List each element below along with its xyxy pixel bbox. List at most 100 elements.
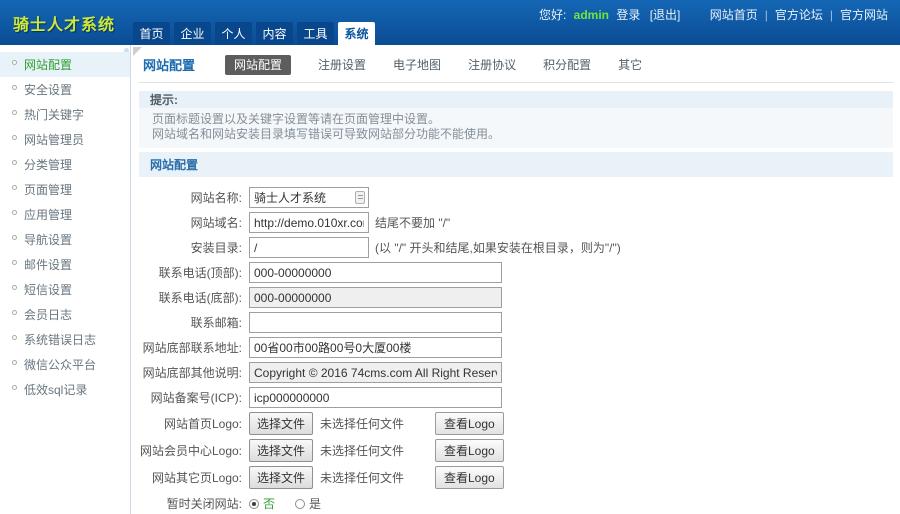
member-logo-file-status: 未选择任何文件 (320, 444, 405, 458)
link-separator: | (829, 8, 833, 22)
other-logo-view-logo-button[interactable]: 查看Logo (435, 466, 504, 489)
form-row-footer-address: 网站底部联系地址: (139, 337, 893, 358)
site-domain-hint: 结尾不要加 "/" (375, 216, 451, 230)
bullet-icon (12, 335, 17, 340)
top-link-3[interactable]: 官方网站 (840, 8, 888, 22)
content-tab-2[interactable]: 注册设置 (318, 58, 366, 72)
bullet-icon (12, 60, 17, 65)
nav-tab-1[interactable]: 首页 (133, 22, 170, 45)
nav-tab-3[interactable]: 个人 (215, 22, 252, 45)
main-content: 网站配置 网站配置 注册设置 电子地图 注册协议 积分配置 其它 提示: 页面标题设置以及… (131, 45, 900, 514)
sidebar-item-3[interactable]: 热门关键字 (0, 102, 130, 127)
sidebar-item-label: 邮件设置 (24, 258, 73, 272)
sidebar-item-5[interactable]: 分类管理 (0, 152, 130, 177)
home-logo-file-control: 选择文件 未选择任何文件 (249, 412, 435, 435)
content-tab-3[interactable]: 电子地图 (393, 58, 441, 72)
home-logo-choose-file-button[interactable]: 选择文件 (249, 412, 314, 435)
form-row-install-dir: 安装目录: (以 "/" 开头和结尾,如果安装在根目录，则为"/") (139, 237, 893, 258)
site-closed-label: 暂时关闭网站: (166, 497, 242, 511)
member-logo-label: 网站会员中心Logo: (139, 444, 242, 458)
sidebar-item-1[interactable]: 网站配置 (0, 52, 130, 77)
other-logo-file-control: 选择文件 未选择任何文件 (249, 466, 435, 489)
phone-bottom-label: 联系电话(底部): (158, 291, 242, 305)
site-closed-radio-label-1: 否 (263, 497, 276, 511)
nav-tab-4[interactable]: 内容 (256, 22, 293, 45)
site-name-label: 网站名称: (190, 191, 242, 205)
sidebar-item-8[interactable]: 导航设置 (0, 227, 130, 252)
other-logo-choose-file-button[interactable]: 选择文件 (249, 466, 314, 489)
title-bar: 网站配置 网站配置 注册设置 电子地图 注册协议 积分配置 其它 (139, 49, 893, 83)
nav-tab-5[interactable]: 工具 (297, 22, 334, 45)
sidebar-item-2[interactable]: 安全设置 (0, 77, 130, 102)
member-logo-view-logo-button[interactable]: 查看Logo (435, 439, 504, 462)
sidebar-item-label: 应用管理 (24, 208, 73, 222)
sidebar-item-11[interactable]: 会员日志 (0, 302, 130, 327)
phone-bottom-input[interactable] (249, 287, 502, 308)
site-name-input[interactable] (249, 187, 369, 208)
logout-link[interactable]: [退出] (650, 8, 681, 22)
sidebar-item-6[interactable]: 页面管理 (0, 177, 130, 202)
install-dir-input[interactable] (249, 237, 369, 258)
sidebar-item-label: 分类管理 (24, 158, 73, 172)
icp-number-input[interactable] (249, 387, 502, 408)
other-logo-label: 网站其它页Logo: (151, 471, 242, 485)
sidebar-item-label: 安全设置 (24, 83, 73, 97)
form-row-footer-note: 网站底部其他说明: (139, 362, 893, 383)
footer-note-label: 网站底部其他说明: (142, 366, 242, 380)
sidebar-item-4[interactable]: 网站管理员 (0, 127, 130, 152)
site-closed-radio-button-2[interactable] (295, 498, 306, 509)
login-link[interactable]: 登录 (616, 8, 640, 22)
content-tab-6[interactable]: 其它 (618, 58, 642, 72)
page-title: 网站配置 (143, 58, 196, 73)
contact-email-input-wrap (249, 312, 502, 333)
app-logo[interactable]: 骑士人才系统 (13, 11, 115, 35)
site-name-input-wrap (249, 187, 369, 208)
sidebar-item-12[interactable]: 系统错误日志 (0, 327, 130, 352)
content-tab-5[interactable]: 积分配置 (543, 58, 591, 72)
contact-email-input[interactable] (249, 312, 502, 333)
footer-note-input[interactable] (249, 362, 502, 383)
sidebar-item-13[interactable]: 微信公众平台 (0, 352, 130, 377)
form-row-site-closed: 暂时关闭网站: 否 是 (139, 493, 893, 514)
form-row-icp-number: 网站备案号(ICP): (139, 387, 893, 408)
top-link-1[interactable]: 网站首页 (710, 8, 758, 22)
username[interactable]: admin (574, 8, 609, 22)
install-dir-input-wrap (249, 237, 369, 258)
bullet-icon (12, 310, 17, 315)
content-tab-1[interactable]: 网站配置 (225, 55, 292, 75)
sidebar-item-9[interactable]: 邮件设置 (0, 252, 130, 277)
bullet-icon (12, 260, 17, 265)
app-header: 骑士人才系统 您好: admin 登录 [退出] 网站首页 | 官方论坛 | 官方网站 … (0, 0, 900, 45)
footer-address-input-wrap (249, 337, 502, 358)
notice-title: 提示: (139, 91, 893, 108)
home-logo-view-logo-button[interactable]: 查看Logo (435, 412, 504, 435)
footer-address-input[interactable] (249, 337, 502, 358)
sidebar-item-7[interactable]: 应用管理 (0, 202, 130, 227)
site-domain-label: 网站域名: (190, 216, 242, 230)
nav-tab-2[interactable]: 企业 (174, 22, 211, 45)
page: 骑士人才系统 您好: admin 登录 [退出] 网站首页 | 官方论坛 | 官方网站 … (0, 0, 900, 514)
form-row-contact-email: 联系邮箱: (139, 312, 893, 333)
site-closed-radio-button-1[interactable] (249, 498, 259, 509)
sidebar-item-label: 低效sql记录 (24, 383, 88, 397)
bullet-icon (12, 385, 17, 390)
member-logo-choose-file-button[interactable]: 选择文件 (249, 439, 314, 462)
top-link-2[interactable]: 官方论坛 (775, 8, 823, 22)
sidebar-item-14[interactable]: 低效sql记录 (0, 377, 130, 402)
sidebar-item-label: 热门关键字 (24, 108, 85, 122)
sidebar-item-10[interactable]: 短信设置 (0, 277, 130, 302)
sidebar-item-label: 会员日志 (24, 308, 73, 322)
phone-bottom-input-wrap (249, 287, 502, 308)
nav-tab-6[interactable]: 系统 (338, 22, 375, 45)
content-tab-4[interactable]: 注册协议 (468, 58, 516, 72)
link-separator: | (764, 8, 768, 22)
site-closed-radio-option-2[interactable]: 是 (295, 495, 321, 512)
bullet-icon (12, 110, 17, 115)
config-form: 网站名称: 网站域名: 结尾不要加 "/" 安装目录: (以 "/" 开头和结尾,如果安… (139, 177, 893, 514)
sidebar-item-label: 微信公众平台 (24, 358, 97, 372)
site-domain-input[interactable] (249, 212, 369, 233)
phone-top-input[interactable] (249, 262, 502, 283)
site-links: 网站首页 | 官方论坛 | 官方网站 (710, 8, 888, 22)
site-closed-radio-option-1[interactable]: 否 (249, 495, 275, 512)
notice-body: 页面标题设置以及关键字设置等请在页面管理中设置。 网站域名和网站安装目录填写错误可… (139, 108, 893, 148)
